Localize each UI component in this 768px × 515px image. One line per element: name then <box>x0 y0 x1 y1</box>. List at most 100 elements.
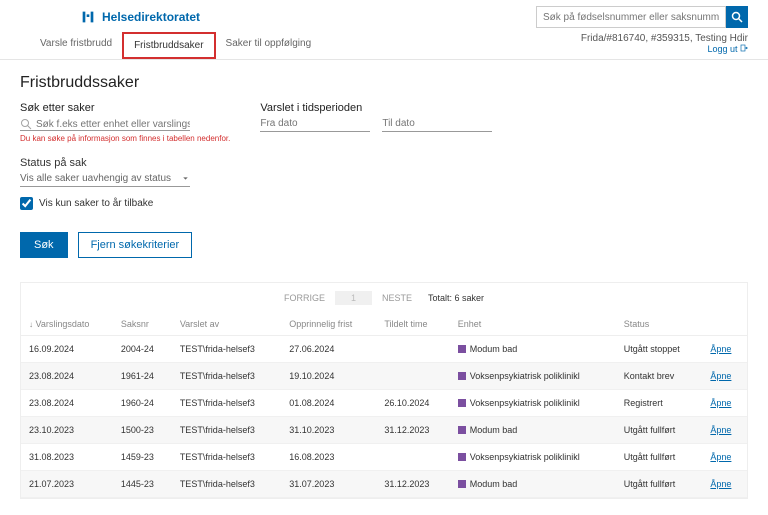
cases-table: ↓ Varslingsdato Saksnr Varslet av Opprin… <box>21 313 747 498</box>
cell-tildelt <box>376 363 449 390</box>
cell-frist: 31.10.2023 <box>281 417 376 444</box>
cell-varslet-av: TEST\frida-helsef3 <box>172 363 281 390</box>
cell-varslet-av: TEST\frida-helsef3 <box>172 390 281 417</box>
tab-varsle-fristbrudd[interactable]: Varsle fristbrudd <box>30 32 122 59</box>
col-saksnr[interactable]: Saksnr <box>113 313 172 336</box>
cell-enhet: Modum bad <box>450 471 616 498</box>
table-row: 23.08.20241961-24TEST\frida-helsef319.10… <box>21 363 747 390</box>
cell-varslet-av: TEST\frida-helsef3 <box>172 336 281 363</box>
col-enhet[interactable]: Enhet <box>450 313 616 336</box>
search-icon <box>731 11 743 23</box>
open-link[interactable]: Åpne <box>710 398 731 408</box>
cell-saksnr: 1500-23 <box>113 417 172 444</box>
two-years-label: Vis kun saker to år tilbake <box>39 198 153 209</box>
cell-tildelt: 31.12.2023 <box>376 471 449 498</box>
to-date-input[interactable] <box>382 118 514 129</box>
cell-status: Utgått fullført <box>616 471 703 498</box>
cell-frist: 27.06.2024 <box>281 336 376 363</box>
user-info: Frida/#816740, #359315, Testing Hdir <box>581 33 748 44</box>
cell-date: 23.08.2024 <box>21 390 113 417</box>
logout-link[interactable]: Logg ut <box>707 44 748 54</box>
from-date-field[interactable] <box>260 118 370 132</box>
col-varslet-av[interactable]: Varslet av <box>172 313 281 336</box>
pager-page: 1 <box>335 291 372 305</box>
cell-varslet-av: TEST\frida-helsef3 <box>172 471 281 498</box>
cell-enhet: Modum bad <box>450 336 616 363</box>
cell-status: Utgått fullført <box>616 444 703 471</box>
cell-saksnr: 1960-24 <box>113 390 172 417</box>
col-tildelt-time[interactable]: Tildelt time <box>376 313 449 336</box>
period-label: Varslet i tidsperioden <box>260 102 492 114</box>
brand-logo: Helsedirektoratet <box>80 10 200 24</box>
cell-varslet-av: TEST\frida-helsef3 <box>172 444 281 471</box>
global-search-input[interactable] <box>536 6 726 28</box>
status-label: Status på sak <box>20 157 748 169</box>
open-link[interactable]: Åpne <box>710 425 731 435</box>
cell-varslet-av: TEST\frida-helsef3 <box>172 417 281 444</box>
two-years-checkbox[interactable] <box>20 197 33 210</box>
cell-enhet: Voksenpsykiatrisk poliklinikl <box>450 363 616 390</box>
pager-total: Totalt: 6 saker <box>428 293 484 303</box>
open-link[interactable]: Åpne <box>710 344 731 354</box>
cell-frist: 01.08.2024 <box>281 390 376 417</box>
col-varslingsdato[interactable]: ↓ Varslingsdato <box>21 313 113 336</box>
cell-enhet: Voksenpsykiatrisk poliklinikl <box>450 444 616 471</box>
cell-date: 31.08.2023 <box>21 444 113 471</box>
status-select[interactable]: Vis alle saker uavhengig av status <box>20 171 181 186</box>
col-actions <box>702 313 747 336</box>
brand-name: Helsedirektoratet <box>102 10 200 24</box>
search-hint: Du kan søke på informasjon som finnes i … <box>20 134 230 143</box>
cell-tildelt: 26.10.2024 <box>376 390 449 417</box>
tab-saker-oppfolging[interactable]: Saker til oppfølging <box>216 32 322 59</box>
cell-date: 23.10.2023 <box>21 417 113 444</box>
from-date-input[interactable] <box>260 118 392 129</box>
table-row: 23.08.20241960-24TEST\frida-helsef301.08… <box>21 390 747 417</box>
clear-button[interactable]: Fjern søkekriterier <box>78 232 193 258</box>
to-date-field[interactable] <box>382 118 492 132</box>
cell-date: 21.07.2023 <box>21 471 113 498</box>
cell-enhet: Modum bad <box>450 417 616 444</box>
global-search <box>536 6 748 28</box>
open-link[interactable]: Åpne <box>710 479 731 489</box>
cell-status: Kontakt brev <box>616 363 703 390</box>
enhet-icon <box>458 480 466 488</box>
search-button[interactable]: Søk <box>20 232 68 258</box>
tab-fristbruddsaker[interactable]: Fristbruddsaker <box>122 32 215 59</box>
open-link[interactable]: Åpne <box>710 371 731 381</box>
table-row: 31.08.20231459-23TEST\frida-helsef316.08… <box>21 444 747 471</box>
pager-next[interactable]: NESTE <box>382 293 412 303</box>
cell-enhet: Voksenpsykiatrisk poliklinikl <box>450 390 616 417</box>
cell-status: Utgått fullført <box>616 417 703 444</box>
cell-frist: 19.10.2024 <box>281 363 376 390</box>
table-row: 16.09.20242004-24TEST\frida-helsef327.06… <box>21 336 747 363</box>
col-opprinnelig-frist[interactable]: Opprinnelig frist <box>281 313 376 336</box>
global-search-button[interactable] <box>726 6 748 28</box>
search-icon <box>20 118 32 130</box>
cell-date: 23.08.2024 <box>21 363 113 390</box>
enhet-icon <box>458 399 466 407</box>
enhet-icon <box>458 345 466 353</box>
cell-saksnr: 1445-23 <box>113 471 172 498</box>
case-search-input[interactable] <box>36 119 190 130</box>
sort-desc-icon: ↓ <box>29 320 33 329</box>
cell-tildelt <box>376 444 449 471</box>
table-row: 21.07.20231445-23TEST\frida-helsef331.07… <box>21 471 747 498</box>
chevron-down-icon <box>181 174 190 183</box>
enhet-icon <box>458 426 466 434</box>
cell-frist: 16.08.2023 <box>281 444 376 471</box>
cell-frist: 31.07.2023 <box>281 471 376 498</box>
cell-date: 16.09.2024 <box>21 336 113 363</box>
cell-status: Utgått stoppet <box>616 336 703 363</box>
logout-icon <box>740 44 748 52</box>
pager-prev[interactable]: FORRIGE <box>284 293 325 303</box>
open-link[interactable]: Åpne <box>710 452 731 462</box>
table-row: 23.10.20231500-23TEST\frida-helsef331.10… <box>21 417 747 444</box>
main-tabs: Varsle fristbrudd Fristbruddsaker Saker … <box>30 32 321 59</box>
cell-tildelt: 31.12.2023 <box>376 417 449 444</box>
col-status[interactable]: Status <box>616 313 703 336</box>
cell-tildelt <box>376 336 449 363</box>
enhet-icon <box>458 453 466 461</box>
enhet-icon <box>458 372 466 380</box>
page-title: Fristbruddssaker <box>20 74 748 92</box>
search-label: Søk etter saker <box>20 102 230 114</box>
